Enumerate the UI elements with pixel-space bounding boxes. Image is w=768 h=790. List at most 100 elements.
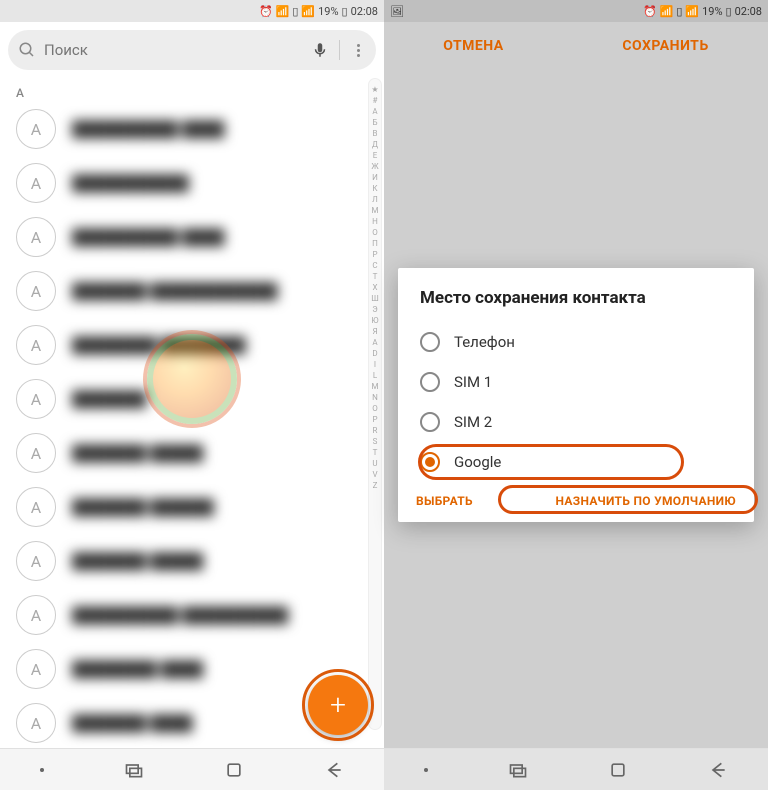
alpha-index-letter[interactable]: S <box>373 437 378 446</box>
nav-bar <box>0 748 384 790</box>
alpha-index-letter[interactable]: О <box>372 228 378 237</box>
alpha-index-letter[interactable]: Х <box>372 283 377 292</box>
avatar: А <box>16 487 56 527</box>
contact-name: ████████ ████ <box>72 660 203 678</box>
avatar: А <box>16 217 56 257</box>
alpha-index-letter[interactable]: ★ <box>371 85 378 94</box>
storage-dialog: Место сохранения контакта Телефон SIM 1 SI… <box>398 268 754 522</box>
recents-button[interactable] <box>508 760 528 780</box>
signal-icon: 📶 <box>301 5 315 18</box>
search-bar[interactable] <box>8 30 376 70</box>
recents-button[interactable] <box>124 760 144 780</box>
avatar: А <box>16 379 56 419</box>
storage-option-телефон[interactable]: Телефон <box>408 322 744 362</box>
contact-row[interactable]: А███████ █████ <box>0 426 384 480</box>
alpha-index-letter[interactable]: Е <box>373 151 378 160</box>
alpha-index-letter[interactable]: Э <box>372 305 377 314</box>
wifi-icon: 📶 <box>276 5 290 18</box>
avatar: А <box>16 703 56 743</box>
alpha-index-letter[interactable]: N <box>372 393 378 402</box>
avatar: А <box>16 649 56 689</box>
contact-name: ██████████ ████ <box>72 228 225 246</box>
alpha-index-letter[interactable]: А <box>372 107 377 116</box>
contact-row[interactable]: А███████ ██████ <box>0 480 384 534</box>
contact-name: ██████████ ████ <box>72 120 225 138</box>
home-button[interactable] <box>224 760 244 780</box>
avatar: А <box>16 271 56 311</box>
back-button[interactable] <box>324 760 344 780</box>
alpha-index-letter[interactable]: # <box>373 96 378 105</box>
contact-row[interactable]: А ███████ █████ <box>0 534 384 588</box>
save-location-screen: 🖼 ⏰ 📶 ▯ 📶 19% ▯ 02:08 ОТМЕНА СОХРАНИТЬ М… <box>384 0 768 790</box>
contact-name: ████████ ████████ <box>72 336 246 354</box>
radio-label: SIM 2 <box>454 413 492 431</box>
plus-icon: + <box>330 691 346 719</box>
alpha-index-letter[interactable]: П <box>372 239 378 248</box>
alpha-index-letter[interactable]: T <box>373 448 378 457</box>
home-button[interactable] <box>608 760 628 780</box>
alpha-index-letter[interactable]: Л <box>372 195 378 204</box>
nav-dot <box>424 768 428 772</box>
avatar: А <box>16 541 56 581</box>
alpha-index-letter[interactable]: Z <box>373 481 378 490</box>
alpha-index-letter[interactable]: A <box>372 338 377 347</box>
alpha-index-letter[interactable]: Ш <box>371 294 379 303</box>
alpha-index-letter[interactable]: Ю <box>371 316 378 325</box>
alpha-index-letter[interactable]: Д <box>372 140 378 149</box>
alpha-index-letter[interactable]: К <box>372 184 377 193</box>
battery-pct: 19% <box>318 5 338 18</box>
alpha-index-letter[interactable]: В <box>373 129 378 138</box>
alarm-icon: ⏰ <box>259 5 273 18</box>
back-button[interactable] <box>708 760 728 780</box>
alpha-index-letter[interactable]: R <box>373 426 378 435</box>
contact-row[interactable]: А ██████████ ████ <box>0 210 384 264</box>
alpha-index-letter[interactable]: И <box>372 173 378 182</box>
alpha-index-letter[interactable]: U <box>372 459 377 468</box>
contact-row[interactable]: А██████████ ██████████ <box>0 588 384 642</box>
alpha-index-letter[interactable]: O <box>372 404 378 413</box>
alpha-index-letter[interactable]: Н <box>372 217 378 226</box>
contact-row[interactable]: А ██████████ ████ <box>0 102 384 156</box>
contact-row[interactable]: А███████ <box>0 372 384 426</box>
alpha-index-letter[interactable]: Т <box>373 272 378 281</box>
storage-option-sim-2[interactable]: SIM 2 <box>408 402 744 442</box>
avatar: А <box>16 325 56 365</box>
alpha-index-letter[interactable]: Б <box>372 118 377 127</box>
search-input[interactable] <box>44 41 311 59</box>
alpha-index-letter[interactable]: D <box>372 349 377 358</box>
add-contact-fab[interactable]: + <box>308 675 368 735</box>
alpha-index-letter[interactable]: V <box>372 470 377 479</box>
contact-row[interactable]: А███████████ <box>0 156 384 210</box>
alpha-index-letter[interactable]: I <box>374 360 376 369</box>
contact-name: ███████ ████ <box>72 714 193 732</box>
storage-option-sim-1[interactable]: SIM 1 <box>408 362 744 402</box>
storage-option-google[interactable]: Google <box>408 442 744 482</box>
radio-icon <box>420 412 440 432</box>
alpha-index-letter[interactable]: Я <box>372 327 377 336</box>
dialog-title: Место сохранения контакта <box>398 288 754 322</box>
radio-label: SIM 1 <box>454 373 492 391</box>
avatar: А <box>16 163 56 203</box>
battery-icon: ▯ <box>342 5 348 18</box>
alpha-index-letter[interactable]: М <box>372 206 379 215</box>
alpha-index-letter[interactable]: Ж <box>371 162 378 171</box>
more-icon[interactable] <box>350 42 366 58</box>
select-button[interactable]: ВЫБРАТЬ <box>416 494 473 508</box>
alpha-index-letter[interactable]: M <box>372 382 379 391</box>
alpha-index-letter[interactable]: P <box>372 415 377 424</box>
contacts-screen: ⏰ 📶 ▯ 📶 19% ▯ 02:08 А А██████████ ████А█… <box>0 0 384 790</box>
radio-label: Google <box>454 453 501 471</box>
mic-icon[interactable] <box>311 41 329 59</box>
contact-name: ███████ ████████████ <box>72 282 278 300</box>
alpha-index-letter[interactable]: С <box>372 261 377 270</box>
alpha-index-letter[interactable]: L <box>373 371 377 380</box>
dialog-actions: ВЫБРАТЬ НАЗНАЧИТЬ ПО УМОЛЧАНИЮ <box>398 482 754 508</box>
contact-name: ██████████ ██████████ <box>72 606 288 624</box>
radio-icon <box>420 372 440 392</box>
alpha-index-letter[interactable]: Р <box>372 250 377 259</box>
alpha-index-strip[interactable]: ★ # АБВДЕЖИКЛМНОПРСТХШЭЮЯADILMNOPRSTUVZ <box>368 78 382 730</box>
contact-name: ███████ █████ <box>72 552 203 570</box>
contact-row[interactable]: А ███████ ████████████ <box>0 264 384 318</box>
set-default-button[interactable]: НАЗНАЧИТЬ ПО УМОЛЧАНИЮ <box>556 494 736 508</box>
contact-row[interactable]: А ████████ ████████ <box>0 318 384 372</box>
